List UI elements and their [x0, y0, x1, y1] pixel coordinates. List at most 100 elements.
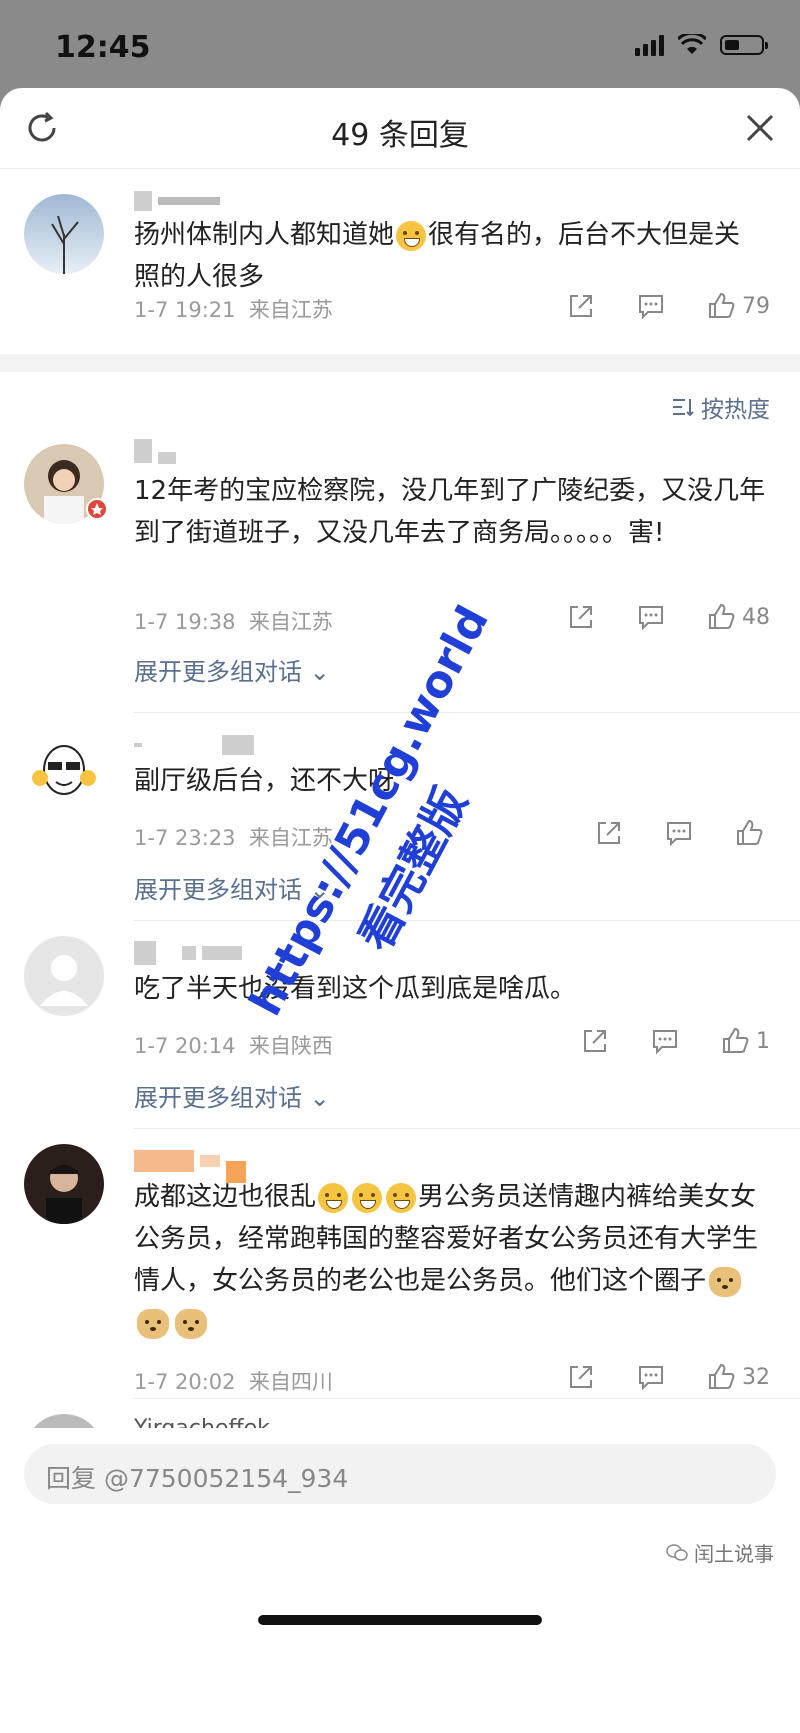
- share-button[interactable]: [594, 818, 624, 848]
- thumbs-up-icon: [723, 1027, 749, 1053]
- wifi-icon: [678, 34, 706, 54]
- comment-actions: 1: [540, 1026, 770, 1056]
- reply-button[interactable]: [636, 1362, 666, 1392]
- avatar[interactable]: [24, 194, 104, 274]
- avatar[interactable]: [24, 936, 104, 1016]
- like-count: 32: [742, 1364, 770, 1390]
- comment-text: 12年考的宝应检察院，没几年到了广陵纪委，又没几年到了街道班子，又没几年去了商务…: [134, 476, 766, 548]
- verified-badge-icon: [86, 498, 108, 520]
- comment-icon: [639, 1366, 663, 1391]
- expand-more-link[interactable]: 展开更多组对话 ⌄: [134, 652, 330, 687]
- default-avatar-icon: [40, 955, 88, 1006]
- sheet-title: 49 条回复: [331, 118, 469, 153]
- section-gap: [0, 354, 800, 372]
- divider: [134, 920, 800, 921]
- reply-input[interactable]: 回复 @7750052154_934: [24, 1444, 776, 1504]
- laugh-cry-emoji-icon: [386, 1182, 417, 1213]
- comment-text: 扬州体制内人都知道她 很有名的，后台不大但是关照的人很多: [134, 220, 741, 292]
- reply-item: 成都这边也很乱 男公务员送情趣内裤给美女女公务员，经常跑韩国的整容爱好者女公务员还…: [0, 1144, 800, 1404]
- share-icon: [570, 1366, 592, 1388]
- comment-meta: 1-7 19:38 来自江苏: [134, 610, 333, 634]
- laugh-cry-emoji-icon: [318, 1182, 349, 1213]
- sort-toggle[interactable]: 按热度: [671, 390, 770, 424]
- comment-icon: [639, 295, 663, 320]
- share-button[interactable]: [566, 602, 596, 632]
- comment-meta: 1-7 23:23 来自江苏: [134, 826, 333, 850]
- sort-label: 按热度: [701, 397, 770, 423]
- reply-item: 12年考的宝应检察院，没几年到了广陵纪委，又没几年到了街道班子，又没几年去了商务…: [0, 438, 800, 700]
- like-count: 79: [742, 293, 770, 319]
- comment-actions: 32: [526, 1362, 770, 1392]
- brand-watermark: 闰土说事: [666, 1538, 774, 1567]
- avatar[interactable]: [24, 728, 104, 808]
- comment-icon: [639, 606, 663, 631]
- share-icon: [584, 1030, 606, 1052]
- comment-actions: 79: [526, 291, 770, 321]
- status-icons: [635, 34, 768, 56]
- share-icon: [598, 822, 620, 844]
- divider: [134, 1398, 800, 1399]
- reply-button[interactable]: [636, 291, 666, 321]
- reply-button[interactable]: [650, 1026, 680, 1056]
- doge-emoji-icon: [709, 1266, 742, 1297]
- share-icon: [570, 606, 592, 628]
- grin-emoji-icon: [396, 220, 427, 251]
- comment-text: 成都这边也很乱 男公务员送情趣内裤给美女女公务员，经常跑韩国的整容爱好者女公务员还…: [134, 1176, 766, 1344]
- avatar-tree-image: [51, 215, 79, 274]
- thumbs-up-icon: [709, 603, 735, 629]
- divider: [134, 1128, 800, 1129]
- thumbs-up-icon: [709, 1363, 735, 1389]
- username-redacted[interactable]: [134, 188, 220, 214]
- comment-actions: [554, 818, 770, 848]
- wechat-icon: [666, 1543, 688, 1561]
- comment-meta: 1-7 19:21 来自江苏: [134, 298, 333, 322]
- comment-icon: [653, 1030, 677, 1055]
- thumbs-up-icon: [737, 819, 763, 845]
- signal-icon: [635, 34, 664, 56]
- expand-more-link[interactable]: 展开更多组对话 ⌄: [134, 1078, 330, 1113]
- close-icon[interactable]: [742, 110, 778, 146]
- like-button[interactable]: 48: [706, 602, 770, 632]
- sheet-header: 49 条回复: [0, 88, 800, 169]
- doge-emoji-icon: [137, 1308, 169, 1339]
- share-button[interactable]: [580, 1026, 610, 1056]
- like-button[interactable]: 1: [720, 1026, 770, 1056]
- comment-icon: [667, 822, 691, 847]
- share-icon: [570, 295, 592, 317]
- username-redacted[interactable]: [134, 732, 254, 758]
- chevron-down-icon: ⌄: [309, 658, 330, 686]
- username-redacted[interactable]: [134, 940, 242, 966]
- sort-icon: [673, 399, 694, 417]
- chevron-down-icon: ⌄: [309, 1084, 330, 1112]
- reply-bar: 回复 @7750052154_934 闰土说事: [0, 1428, 800, 1568]
- reply-button[interactable]: [636, 602, 666, 632]
- reply-button[interactable]: [664, 818, 694, 848]
- comment-text: 吃了半天也没看到这个瓜到底是啥瓜。: [134, 974, 577, 1004]
- like-count: 48: [742, 604, 770, 630]
- share-button[interactable]: [566, 1362, 596, 1392]
- status-time: 12:45: [55, 30, 151, 65]
- like-button[interactable]: [734, 818, 770, 848]
- comment-actions: 48: [526, 602, 770, 632]
- root-comment: 扬州体制内人都知道她 很有名的，后台不大但是关照的人很多 1-7 19:21 来自…: [0, 168, 800, 354]
- avatar-person-image: [46, 1164, 82, 1224]
- avatar[interactable]: [24, 1144, 104, 1224]
- username-redacted[interactable]: [134, 438, 176, 464]
- avatar-cartoon-image: [32, 745, 96, 795]
- reply-item: 吃了半天也没看到这个瓜到底是啥瓜。 1-7 20:14 来自陕西 1 展开更多组…: [0, 936, 800, 1136]
- like-count: 1: [756, 1028, 770, 1054]
- thumbs-up-icon: [709, 292, 735, 318]
- home-indicator[interactable]: [258, 1615, 542, 1625]
- username-redacted[interactable]: [134, 1148, 246, 1183]
- status-bar: 12:45: [0, 0, 800, 88]
- like-button[interactable]: 79: [706, 291, 770, 321]
- divider: [134, 712, 800, 713]
- reply-placeholder: 回复 @7750052154_934: [46, 1464, 349, 1493]
- like-button[interactable]: 32: [706, 1362, 770, 1392]
- battery-icon: [720, 35, 768, 55]
- comment-meta: 1-7 20:02 来自四川: [134, 1370, 333, 1394]
- laugh-cry-emoji-icon: [352, 1182, 383, 1213]
- comment-meta: 1-7 20:14 来自陕西: [134, 1034, 333, 1058]
- share-button[interactable]: [566, 291, 596, 321]
- brand-name: 闰土说事: [694, 1542, 774, 1566]
